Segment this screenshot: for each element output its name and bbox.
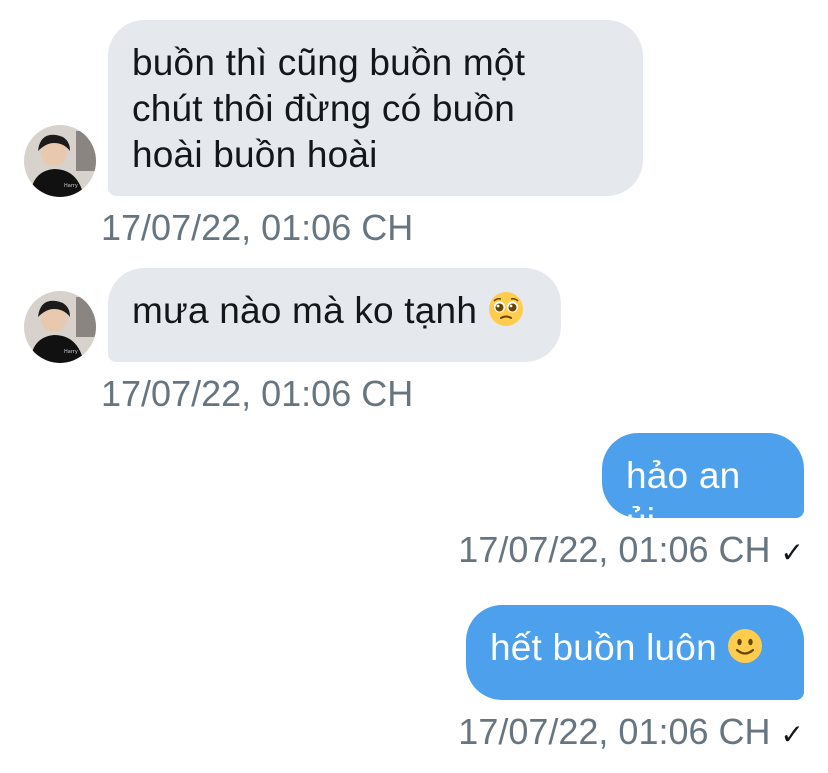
timestamp-text: 17/07/22, 01:06 CH: [458, 711, 771, 752]
message-timestamp: 17/07/22, 01:06 CH: [101, 208, 413, 248]
sender-avatar[interactable]: Harry: [24, 291, 96, 363]
avatar-image: Harry: [24, 291, 96, 363]
timestamp-text: 17/07/22, 01:06 CH: [101, 207, 414, 248]
sent-check-icon: ✓: [780, 719, 804, 750]
timestamp-text: 17/07/22, 01:06 CH: [101, 373, 414, 414]
message-bubble-incoming[interactable]: mưa nào mà ko tạnh: [108, 268, 561, 362]
message-bubble-outgoing[interactable]: hảo an ủi: [602, 433, 804, 542]
svg-text:Harry: Harry: [64, 349, 78, 355]
message-bubble-outgoing[interactable]: hết buồn luôn: [466, 605, 804, 700]
pleading-face-icon: [488, 291, 524, 338]
message-timestamp: 17/07/22, 01:06 CH: [101, 374, 413, 414]
slightly-smiling-face-icon: [727, 628, 763, 675]
message-text: mưa nào mà ko tạnh: [132, 290, 478, 331]
message-bubble-incoming[interactable]: buồn thì cũng buồn một chút thôi đừng có…: [108, 20, 643, 196]
sent-check-icon: ✓: [780, 537, 804, 568]
svg-text:Harry: Harry: [64, 183, 78, 189]
message-text: chút thôi đừng có buồn: [132, 88, 515, 129]
timestamp-text: 17/07/22, 01:06 CH: [458, 529, 771, 570]
message-text: hết buồn luôn: [490, 627, 717, 668]
sender-avatar[interactable]: Harry: [24, 125, 96, 197]
message-text: hoài buồn hoài: [132, 134, 378, 175]
message-text: buồn thì cũng buồn một: [132, 42, 526, 83]
message-timestamp: 17/07/22, 01:06 CH ✓: [458, 712, 804, 755]
avatar-image: Harry: [24, 125, 96, 197]
message-timestamp: 17/07/22, 01:06 CH ✓: [458, 530, 804, 573]
